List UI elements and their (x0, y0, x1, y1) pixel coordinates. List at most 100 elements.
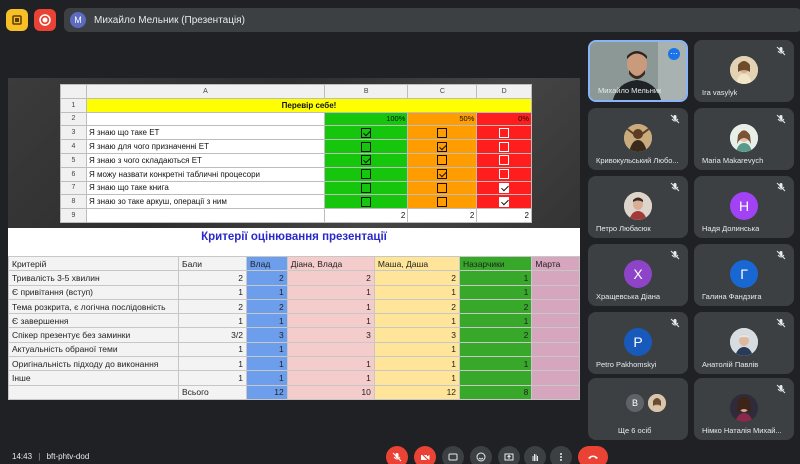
reactions-button[interactable] (470, 446, 492, 464)
checkbox[interactable] (437, 196, 448, 207)
participant-tile[interactable]: Maria Makarevych (694, 108, 794, 170)
participant-tile[interactable]: P Petro Pakhomskyi (588, 312, 688, 374)
participant-avatar: P (624, 328, 652, 356)
captions-button[interactable] (442, 446, 464, 464)
score-cell (531, 298, 580, 315)
bottom-bar: 14:43 | bft-phtv-dod (0, 442, 800, 464)
checkbox[interactable] (361, 182, 372, 193)
participant-name: Ira vasylyk (702, 88, 738, 97)
participant-name: Німко Наталія Михай... (702, 426, 782, 435)
participant-tile[interactable]: Німко Наталія Михай... (694, 378, 794, 440)
header-criterion: Критерій (8, 255, 179, 272)
camera-toggle-button[interactable] (414, 446, 436, 464)
participant-name: Кривокульський Любо... (596, 156, 679, 165)
score-cell: 1 (246, 284, 288, 300)
score-cell: 1 (286, 313, 375, 329)
score-cell (286, 341, 375, 358)
checkbox[interactable] (499, 127, 510, 138)
recording-indicator[interactable] (34, 9, 56, 31)
statement-text: Я знаю що таке ЕТ (86, 125, 325, 141)
checked-checkbox[interactable] (361, 155, 372, 166)
presentation-view: A B C D 1 Перевір себе! 2 100% 50% 0% 3Я… (8, 78, 580, 400)
presenter-chip[interactable]: M Михайло Мельник (Презентація) (64, 8, 800, 32)
score-cell (531, 370, 580, 386)
participant-tile[interactable]: Х Хращевська Діана (588, 244, 688, 306)
row-number: 6 (60, 166, 87, 182)
checked-checkbox[interactable] (499, 196, 510, 207)
top-bar: M Михайло Мельник (Презентація) (0, 0, 800, 40)
more-vert-icon (560, 453, 562, 461)
participant-tile[interactable]: Ira vasylyk (694, 40, 794, 102)
score-cell (459, 370, 533, 386)
presenter-avatar: M (70, 12, 86, 28)
mic-off-icon (670, 318, 680, 328)
checkbox[interactable] (499, 141, 510, 152)
col-header-b: B (323, 84, 409, 99)
more-options-button[interactable] (550, 446, 572, 464)
mic-off-icon (776, 114, 786, 124)
raise-hand-button[interactable] (524, 446, 546, 464)
sum-50: 2 (407, 208, 478, 223)
checkbox[interactable] (437, 127, 448, 138)
checked-checkbox[interactable] (499, 182, 510, 193)
score-cell (531, 270, 580, 286)
score-cell: 1 (459, 270, 533, 286)
score-cell: 1 (178, 341, 247, 358)
participant-name: Maria Makarevych (702, 156, 764, 165)
leave-call-button[interactable] (578, 446, 608, 464)
score-cell: 2 (459, 327, 533, 343)
participant-tile-more[interactable]: В Ще 6 осіб (588, 378, 688, 440)
score-cell: 1 (178, 370, 247, 386)
hand-raise-indicator[interactable] (6, 9, 28, 31)
header-masha-dasha: Маша, Даша (373, 255, 461, 272)
participant-tile[interactable]: Н Надя Долинська (694, 176, 794, 238)
header-nazarchyky: Назарчики (459, 255, 533, 272)
criteria-row: Оригінальність підходу до виконання 1 1 1 1 1 (8, 356, 580, 372)
participant-tile-self[interactable]: ⋯ Михайло Мельник (588, 40, 688, 102)
score-cell: 3 (373, 327, 461, 343)
criteria-row: Є завершення 1 1 1 1 1 (8, 313, 580, 329)
mic-off-icon (392, 452, 402, 462)
checked-checkbox[interactable] (437, 141, 448, 152)
score-cell: 1 (246, 313, 288, 329)
checked-checkbox[interactable] (361, 127, 372, 138)
score-cell: 2 (373, 270, 461, 286)
criteria-table: Критерій Бали Влад Діана, Влада Маша, Да… (8, 255, 580, 400)
avatar-photo-icon (730, 124, 758, 152)
present-button[interactable] (498, 446, 520, 464)
criterion-label: Тема розкрита, є логічна послідовність (8, 298, 179, 315)
checkbox[interactable] (361, 196, 372, 207)
participant-avatar: Г (730, 260, 758, 288)
criteria-row: Інше 1 1 1 1 (8, 370, 580, 386)
participant-tile[interactable]: Кривокульський Любо... (588, 108, 688, 170)
score-cell: 1 (178, 313, 247, 329)
self-check-row: 8Я знаю зо таке аркуш, операції з ним (60, 194, 532, 210)
mic-toggle-button[interactable] (386, 446, 408, 464)
meeting-code: bft-phtv-dod (46, 452, 90, 461)
criteria-row: Тривалість 3-5 хвилин 2 2 2 2 1 (8, 270, 580, 286)
participant-tile[interactable]: Анатолій Павлів (694, 312, 794, 374)
checkbox[interactable] (499, 169, 510, 180)
participant-avatar (730, 328, 758, 356)
score-cell: 2 (178, 270, 247, 286)
total-label: Всього (178, 384, 247, 400)
self-check-row: 7Я знаю що таке книга (60, 180, 532, 196)
total-value: 12 (246, 384, 288, 400)
participant-avatar-small: В (626, 394, 644, 412)
score-cell: 1 (286, 298, 375, 315)
checkbox[interactable] (499, 155, 510, 166)
checked-checkbox[interactable] (437, 169, 448, 180)
checkbox[interactable] (437, 155, 448, 166)
self-check-row: 6Я можу назвати конкретні табличні проце… (60, 166, 532, 182)
self-check-sheet: A B C D 1 Перевір себе! 2 100% 50% 0% 3Я… (60, 84, 532, 223)
participant-tile[interactable]: Петро Любасюк (588, 176, 688, 238)
criteria-row: Спікер презентує без заминки 3/2 3 3 3 2 (8, 327, 580, 343)
more-options-icon[interactable]: ⋯ (668, 48, 680, 60)
criterion-label: Інше (8, 370, 179, 386)
checkbox[interactable] (361, 141, 372, 152)
checkbox[interactable] (437, 182, 448, 193)
self-check-row: 4Я знаю для чого призначенні ЕТ (60, 139, 532, 154)
participant-tile[interactable]: Г Галина Фандзига (694, 244, 794, 306)
checkbox[interactable] (361, 169, 372, 180)
criteria-title: Критерії оцінювання презентації (201, 231, 387, 243)
